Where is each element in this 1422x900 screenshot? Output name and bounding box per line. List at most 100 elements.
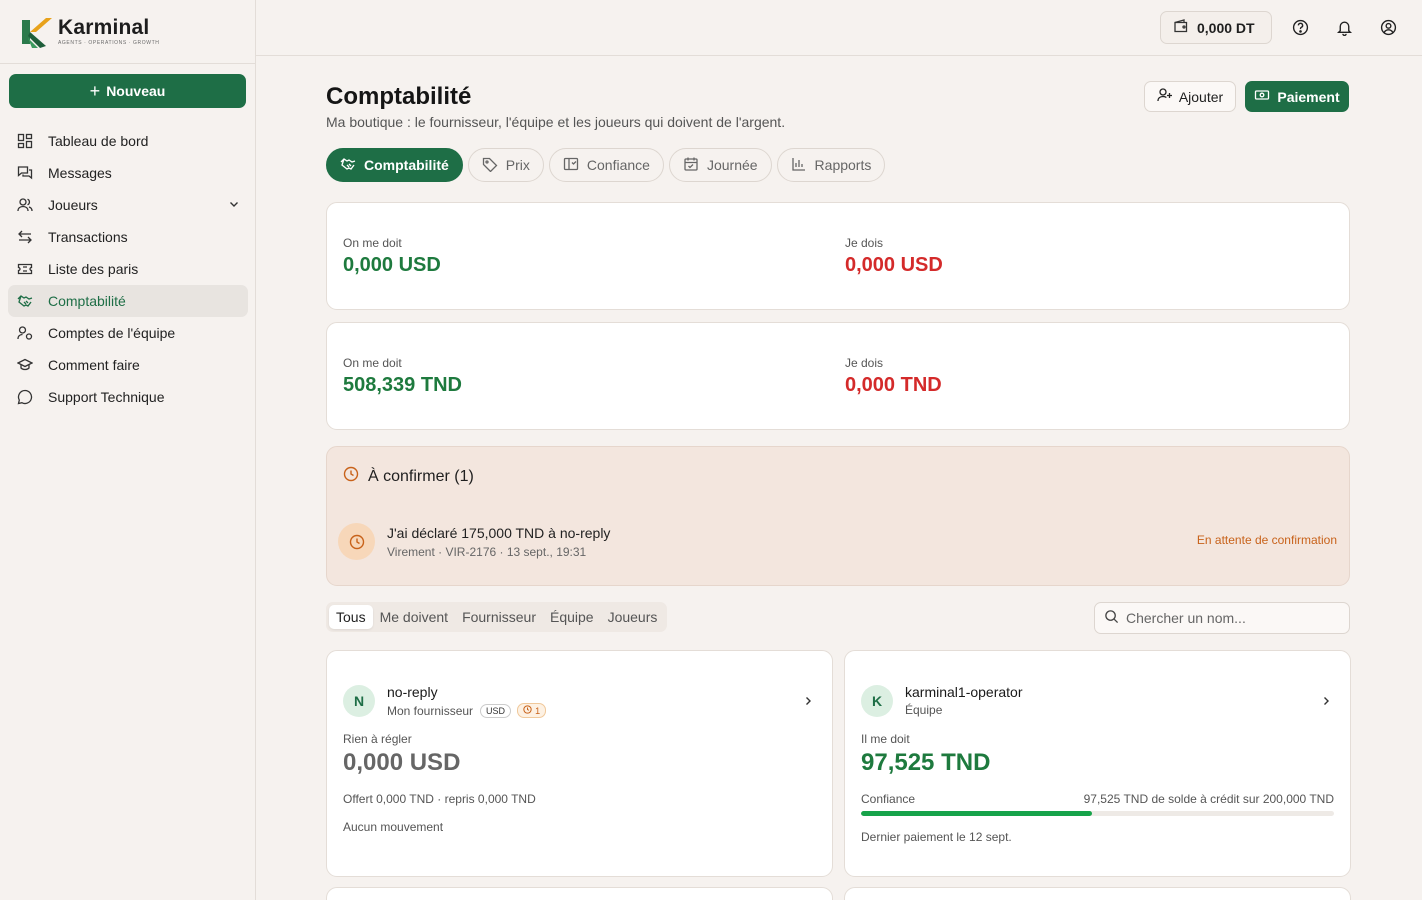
account-role: Équipe [905, 703, 943, 717]
sidebar-item-label: Liste des paris [48, 261, 139, 277]
filter-all[interactable]: Tous [329, 605, 373, 629]
users-icon [16, 196, 34, 214]
i-owe-label: Je dois [845, 356, 884, 370]
search-placeholder: Chercher un nom... [1126, 610, 1246, 626]
plus-icon: + [89, 81, 101, 101]
tab-trust[interactable]: Confiance [548, 148, 664, 182]
page-subtitle: Ma boutique : le fournisseur, l'équipe e… [326, 114, 786, 130]
wallet-balance[interactable]: 0,000 DT [1160, 11, 1272, 44]
sidebar-item-label: Transactions [48, 229, 128, 245]
account-icon[interactable] [1378, 17, 1398, 37]
summary-card-usd: On me doit 0,000 USD Je dois 0,000 USD [326, 202, 1350, 310]
tab-day[interactable]: Journée [668, 148, 772, 182]
trust-label: Confiance [861, 792, 916, 806]
sidebar-item-dashboard[interactable]: Tableau de bord [8, 125, 248, 157]
chat-bubble-icon [16, 388, 34, 406]
sidebar-item-support[interactable]: Support Technique [8, 381, 248, 413]
sidebar-nav: Tableau de bord Messages Joueurs Transac… [8, 125, 248, 413]
offered-recovered: Offert 0,000 TND · repris 0,000 TND [343, 792, 536, 806]
help-icon[interactable] [1290, 17, 1310, 37]
bar-chart-icon [791, 156, 807, 175]
i-owe-label: Je dois [845, 236, 884, 250]
chevron-right-icon[interactable] [1320, 694, 1332, 710]
owed-to-me-label: On me doit [343, 236, 402, 250]
owed-to-me-value: 0,000 USD [343, 254, 441, 276]
account-card-partial[interactable] [844, 887, 1351, 900]
user-plus-icon [1157, 87, 1173, 106]
messages-icon [16, 164, 34, 182]
pending-status: En attente de confirmation [1196, 533, 1337, 547]
wallet-icon [1173, 18, 1189, 37]
sidebar-item-messages[interactable]: Messages [8, 157, 248, 189]
sidebar-item-accounting[interactable]: Comptabilité [8, 285, 248, 317]
sidebar: Karminal AGENTS · OPERATIONS · GROWTH + … [0, 0, 256, 900]
chevron-down-icon[interactable] [228, 197, 240, 213]
trust-progress-bar [861, 811, 1334, 816]
pending-confirmation-panel: À confirmer (1) J'ai déclaré 175,000 TND… [326, 446, 1350, 586]
tab-label: Journée [706, 157, 758, 173]
brand-tagline: AGENTS · OPERATIONS · GROWTH [58, 40, 160, 46]
handshake-icon [16, 292, 34, 310]
calendar-icon [683, 156, 699, 175]
new-button-label: Nouveau [106, 83, 166, 99]
account-name: no-reply [387, 684, 438, 700]
tab-prices[interactable]: Prix [467, 148, 544, 182]
sidebar-item-bets[interactable]: Liste des paris [8, 253, 248, 285]
i-owe-value: 0,000 TND [845, 374, 942, 396]
filter-team[interactable]: Équipe [543, 605, 601, 629]
pending-item-title: J'ai déclaré 175,000 TND à no-reply [387, 524, 611, 541]
sidebar-item-team-accounts[interactable]: Comptes de l'équipe [8, 317, 248, 349]
filter-tabs: Tous Me doivent Fournisseur Équipe Joueu… [326, 602, 668, 632]
balance-amount: 97,525 TND [861, 749, 991, 776]
balance-label: Rien à régler [343, 732, 412, 746]
summary-card-tnd: On me doit 508,339 TND Je dois 0,000 TND [326, 322, 1350, 430]
topbar: 0,000 DT [256, 0, 1422, 56]
book-icon [563, 156, 579, 175]
search-input[interactable]: Chercher un nom... [1094, 602, 1350, 634]
pending-item[interactable]: J'ai déclaré 175,000 TND à no-reply Vire… [338, 523, 610, 560]
section-tabs: Comptabilité Prix Confiance Journée Rapp… [326, 148, 890, 182]
owed-to-me-label: On me doit [343, 356, 402, 370]
clock-icon [338, 523, 375, 560]
filter-players[interactable]: Joueurs [601, 605, 665, 629]
new-button[interactable]: + Nouveau [9, 74, 246, 108]
pending-count: 1 [535, 705, 541, 716]
sidebar-item-label: Comptabilité [48, 293, 126, 309]
payment-button[interactable]: Paiement [1245, 81, 1349, 112]
page-title: Comptabilité [326, 83, 472, 110]
sidebar-item-label: Joueurs [48, 197, 98, 213]
brand-name: Karminal [58, 16, 150, 39]
logo[interactable]: Karminal AGENTS · OPERATIONS · GROWTH [0, 0, 255, 64]
tab-label: Comptabilité [364, 157, 449, 173]
dashboard-icon [16, 132, 34, 150]
tab-accounting[interactable]: Comptabilité [326, 148, 463, 182]
sidebar-item-players[interactable]: Joueurs [8, 189, 248, 221]
sidebar-item-transactions[interactable]: Transactions [8, 221, 248, 253]
pending-item-meta: Virement · VIR-2176 · 13 sept., 19:31 [387, 544, 587, 559]
account-card-team[interactable]: K karminal1-operator Équipe Il me doit 9… [844, 650, 1351, 877]
add-button-label: Ajouter [1178, 88, 1224, 105]
trust-detail: 97,525 TND de solde à crédit sur 200,000… [1083, 792, 1334, 806]
chevron-right-icon[interactable] [802, 694, 814, 710]
account-card-partial[interactable] [326, 887, 833, 900]
search-icon [1104, 609, 1119, 627]
owed-to-me-value: 508,339 TND [343, 374, 462, 396]
last-payment: Dernier paiement le 12 sept. [861, 830, 1012, 844]
sidebar-item-label: Comment faire [48, 357, 140, 373]
balance-label: Il me doit [861, 732, 910, 746]
add-button[interactable]: Ajouter [1144, 81, 1236, 112]
tab-label: Prix [505, 157, 530, 173]
ticket-icon [16, 260, 34, 278]
trust-progress-fill [861, 811, 1092, 816]
avatar: K [861, 684, 893, 717]
account-card-supplier[interactable]: N no-reply Mon fournisseur USD 1 Rien à [326, 650, 833, 877]
bell-icon[interactable] [1334, 17, 1354, 37]
clock-icon [343, 466, 359, 487]
sidebar-item-how-to[interactable]: Comment faire [8, 349, 248, 381]
filter-supplier[interactable]: Fournisseur [455, 605, 543, 629]
tag-icon [482, 156, 498, 175]
tab-reports[interactable]: Rapports [776, 148, 886, 182]
filter-owe-me[interactable]: Me doivent [373, 605, 455, 629]
account-name: karminal1-operator [905, 684, 1023, 700]
sidebar-item-label: Tableau de bord [48, 133, 149, 149]
